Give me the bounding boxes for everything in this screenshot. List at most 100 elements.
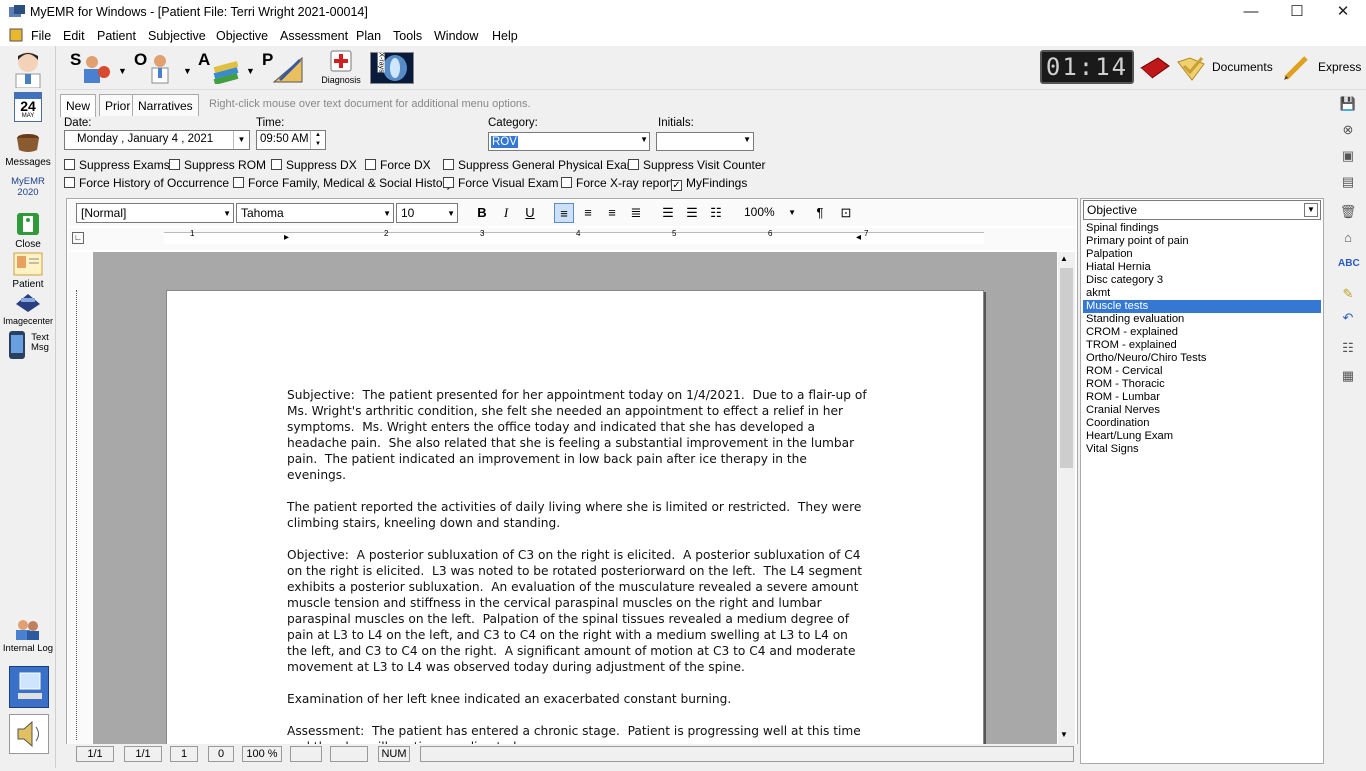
- menu-window[interactable]: Window: [434, 29, 478, 43]
- findings-list-item[interactable]: ROM - Lumbar: [1083, 391, 1321, 404]
- subjective-button[interactable]: [80, 54, 114, 84]
- imagecenter-button[interactable]: Imagecenter: [2, 290, 54, 326]
- findings-list-item[interactable]: akmt: [1083, 287, 1321, 300]
- checkbox-force-dx[interactable]: Force DX: [365, 158, 431, 172]
- menu-edit[interactable]: Edit: [63, 29, 85, 43]
- menu-file[interactable]: File: [31, 29, 51, 43]
- checkbox-box[interactable]: [443, 159, 454, 170]
- computer-button[interactable]: [9, 666, 49, 708]
- text-msg-button[interactable]: Text Msg: [2, 330, 54, 366]
- bold-button[interactable]: B: [472, 203, 492, 223]
- checkbox-box-checked[interactable]: ✓: [671, 180, 682, 191]
- messages-button[interactable]: Messages: [2, 130, 54, 168]
- left-indent-marker[interactable]: ▸: [284, 232, 289, 243]
- font-select[interactable]: Tahoma ▼: [236, 203, 394, 223]
- document-page[interactable]: Subjective: The patient presented for he…: [166, 290, 984, 754]
- calendar-button[interactable]: 24 MAY: [2, 92, 54, 122]
- table-view-icon[interactable]: ▦: [1338, 366, 1358, 386]
- doctor-avatar-button[interactable]: [2, 50, 54, 91]
- menu-subjective[interactable]: Subjective: [148, 29, 206, 43]
- underline-button[interactable]: U: [520, 203, 540, 223]
- save-as-icon[interactable]: ▤: [1338, 172, 1358, 192]
- findings-list-item[interactable]: Heart/Lung Exam: [1083, 430, 1321, 443]
- checkbox-force-family-medical-social-history[interactable]: Force Family, Medical & Social History: [233, 176, 453, 190]
- diagnosis-button[interactable]: Diagnosis: [316, 50, 366, 88]
- category-select[interactable]: ROV ▼: [488, 132, 650, 151]
- checkbox-suppress-dx[interactable]: Suppress DX: [271, 158, 357, 172]
- internal-log-button[interactable]: Internal Log: [2, 618, 54, 654]
- findings-list-item[interactable]: ROM - Thoracic: [1083, 378, 1321, 391]
- checkbox-suppress-exams[interactable]: Suppress Exams: [64, 158, 170, 172]
- findings-list-item[interactable]: Muscle tests: [1083, 300, 1321, 313]
- assessment-button[interactable]: [210, 54, 244, 86]
- checkbox-box[interactable]: [233, 177, 244, 188]
- time-field[interactable]: 09:50 AM ▲ ▼: [256, 130, 326, 150]
- findings-list-item[interactable]: Palpation: [1083, 248, 1321, 261]
- checkbox-box[interactable]: [169, 159, 180, 170]
- checkbox-box[interactable]: [64, 177, 75, 188]
- time-down-arrow[interactable]: ▼: [310, 140, 325, 149]
- initials-select[interactable]: ▼: [656, 132, 754, 151]
- date-field[interactable]: Monday , January 4 , 2021 ▼: [64, 130, 250, 150]
- justify-button[interactable]: ≣: [626, 203, 646, 223]
- findings-list-item[interactable]: Disc category 3: [1083, 274, 1321, 287]
- findings-list-item[interactable]: TROM - explained: [1083, 339, 1321, 352]
- time-up-arrow[interactable]: ▲: [310, 131, 325, 140]
- date-dropdown-arrow[interactable]: ▼: [233, 131, 249, 149]
- zoom-select[interactable]: 100% ▼: [740, 203, 798, 223]
- checkbox-box[interactable]: [561, 177, 572, 188]
- chevron-down-icon[interactable]: ▼: [1304, 203, 1318, 217]
- checkbox-box[interactable]: [365, 159, 376, 170]
- save-icon[interactable]: 💾: [1338, 94, 1358, 114]
- plan-button[interactable]: [272, 54, 306, 84]
- menu-objective[interactable]: Objective: [216, 29, 268, 43]
- xrays-button[interactable]: X-rays: [370, 52, 414, 84]
- checkbox-suppress-rom[interactable]: Suppress ROM: [169, 158, 266, 172]
- menu-assessment[interactable]: Assessment: [280, 29, 348, 43]
- findings-list-item[interactable]: Coordination: [1083, 417, 1321, 430]
- checkbox-force-xray-report[interactable]: Force X-ray report: [561, 176, 673, 190]
- findings-list-item[interactable]: Ortho/Neuro/Chiro Tests: [1083, 352, 1321, 365]
- spellcheck-icon[interactable]: ABC: [1338, 254, 1360, 274]
- style-select[interactable]: [Normal] ▼: [76, 203, 234, 223]
- checkbox-box[interactable]: [628, 159, 639, 170]
- checkbox-force-history-of-occurrence[interactable]: Force History of Occurrence: [64, 176, 229, 190]
- tab-narratives[interactable]: Narratives: [132, 94, 199, 116]
- italic-button[interactable]: I: [496, 203, 516, 223]
- red-book-button[interactable]: [1138, 54, 1172, 84]
- subjective-dropdown-arrow[interactable]: ▼: [118, 66, 127, 76]
- findings-list-item[interactable]: Vital Signs: [1083, 443, 1321, 456]
- findings-list-item[interactable]: Hiatal Hernia: [1083, 261, 1321, 274]
- documents-button[interactable]: Documents: [1176, 52, 1276, 84]
- sound-button[interactable]: [9, 714, 49, 754]
- align-right-button[interactable]: ≡: [602, 203, 622, 223]
- initials-dropdown-arrow[interactable]: ▼: [743, 135, 751, 144]
- cancel-icon[interactable]: ⊗: [1338, 120, 1358, 140]
- trash-icon[interactable]: 🗑: [1338, 202, 1358, 222]
- minimize-button[interactable]: —: [1228, 0, 1274, 26]
- checkbox-suppress-general-physical-exam[interactable]: Suppress General Physical Exam: [443, 158, 637, 172]
- patient-button[interactable]: Patient: [2, 252, 54, 290]
- menu-help[interactable]: Help: [492, 29, 518, 43]
- checkbox-box[interactable]: [64, 159, 75, 170]
- list-view-icon[interactable]: ☷: [1338, 338, 1358, 358]
- document-scrollbar[interactable]: ▲ ▼: [1058, 252, 1075, 744]
- scroll-up-arrow[interactable]: ▲: [1060, 254, 1068, 263]
- font-size-select[interactable]: 10 ▼: [396, 203, 458, 223]
- express-button[interactable]: Express: [1282, 52, 1366, 84]
- findings-list-item[interactable]: Standing evaluation: [1083, 313, 1321, 326]
- findings-list-item[interactable]: ROM - Cervical: [1083, 365, 1321, 378]
- close-patient-button[interactable]: Close: [2, 212, 54, 250]
- outline-list-button[interactable]: ☷: [706, 203, 726, 223]
- checkbox-force-visual-exam[interactable]: Force Visual Exam: [443, 176, 558, 190]
- menu-tools[interactable]: Tools: [393, 29, 422, 43]
- bullet-list-button[interactable]: ☰: [658, 203, 678, 223]
- undo-icon[interactable]: ↶: [1338, 308, 1358, 328]
- tab-stop-selector[interactable]: ∟: [72, 232, 84, 244]
- category-dropdown-arrow[interactable]: ▼: [640, 135, 648, 144]
- findings-list-item[interactable]: Primary point of pain: [1083, 235, 1321, 248]
- objective-dropdown-arrow[interactable]: ▼: [183, 66, 192, 76]
- align-left-button[interactable]: ≡: [554, 203, 574, 223]
- checkbox-myfindings[interactable]: ✓ MyFindings: [671, 176, 747, 191]
- menu-patient[interactable]: Patient: [97, 29, 136, 43]
